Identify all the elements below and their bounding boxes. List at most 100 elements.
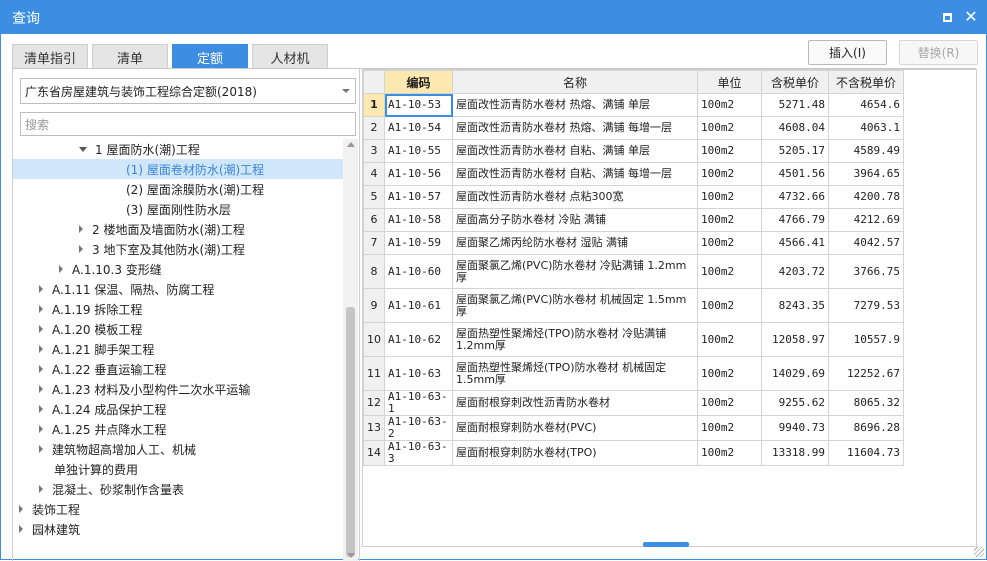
cell-tax-price[interactable]: 5205.17 [761, 139, 829, 163]
cell-name[interactable]: 屋面聚乙烯丙纶防水卷材 湿贴 满铺 [452, 231, 698, 255]
cell-unit[interactable]: 100m2 [697, 288, 762, 323]
tree-item[interactable]: 3 地下室及其他防水(潮)工程 [13, 239, 343, 259]
cell-tax-price[interactable]: 13318.99 [761, 440, 829, 466]
row-number[interactable]: 5 [363, 185, 385, 209]
expand-arrow-right-icon[interactable] [39, 285, 43, 293]
cell-name[interactable]: 屋面改性沥青防水卷材 热熔、满铺 每增一层 [452, 116, 698, 140]
column-header-notax-price[interactable]: 不含税单价 [828, 70, 904, 94]
expand-arrow-right-icon[interactable] [39, 345, 43, 353]
column-header-code[interactable]: 编码 [384, 70, 453, 94]
insert-button[interactable]: 插入(I) [808, 40, 887, 65]
cell-name[interactable]: 屋面热塑性聚烯烃(TPO)防水卷材 机械固定 1.5mm厚 [452, 356, 698, 391]
table-row[interactable]: 7 A1-10-59 屋面聚乙烯丙纶防水卷材 湿贴 满铺 100m2 4566.41 40… [363, 231, 904, 255]
table-row[interactable]: 9 A1-10-61 屋面聚氯乙烯(PVC)防水卷材 机械固定 1.5mm厚 100m… [363, 288, 904, 323]
cell-unit[interactable]: 100m2 [697, 208, 762, 232]
tree-item[interactable]: 混凝土、砂浆制作含量表 [13, 479, 343, 499]
table-row[interactable]: 1 A1-10-53 屋面改性沥青防水卷材 热熔、满铺 单层 100m2 5271.48… [363, 93, 904, 117]
tree-item[interactable]: A.1.22 垂直运输工程 [13, 359, 343, 379]
expand-arrow-right-icon[interactable] [39, 425, 43, 433]
tree-item[interactable]: A.1.21 脚手架工程 [13, 339, 343, 359]
expand-arrow-right-icon[interactable] [19, 505, 23, 513]
cell-code[interactable]: A1-10-62 [384, 322, 453, 357]
cell-notax-price[interactable]: 4063.1 [828, 116, 904, 140]
expand-arrow-right-icon[interactable] [39, 365, 43, 373]
cell-tax-price[interactable]: 4203.72 [761, 254, 829, 289]
cell-tax-price[interactable]: 14029.69 [761, 356, 829, 391]
cell-unit[interactable]: 100m2 [697, 440, 762, 466]
row-number[interactable]: 13 [363, 415, 385, 441]
cell-unit[interactable]: 100m2 [697, 356, 762, 391]
expand-arrow-right-icon[interactable] [79, 225, 83, 233]
tree-item[interactable]: 装饰工程 [13, 499, 343, 519]
tree-item[interactable]: A.1.19 拆除工程 [13, 299, 343, 319]
tree-item[interactable]: A.1.25 井点降水工程 [13, 419, 343, 439]
cell-tax-price[interactable]: 4608.04 [761, 116, 829, 140]
table-row[interactable]: 14 A1-10-63-3 屋面耐根穿刺防水卷材(TPO) 100m2 13318.99… [363, 440, 904, 466]
cell-notax-price[interactable]: 12252.67 [828, 356, 904, 391]
cell-notax-price[interactable]: 4589.49 [828, 139, 904, 163]
cell-code[interactable]: A1-10-60 [384, 254, 453, 289]
cell-name[interactable]: 屋面聚氯乙烯(PVC)防水卷材 冷贴满铺 1.2mm厚 [452, 254, 698, 289]
resize-grip-icon[interactable] [974, 547, 984, 557]
cell-code[interactable]: A1-10-63-3 [384, 440, 453, 466]
table-row[interactable]: 6 A1-10-58 屋面高分子防水卷材 冷贴 满铺 100m2 4766.79 4212… [363, 208, 904, 232]
row-number[interactable]: 3 [363, 139, 385, 163]
tree-item[interactable]: A.1.10.3 变形缝 [13, 259, 343, 279]
cell-notax-price[interactable]: 3766.75 [828, 254, 904, 289]
row-number[interactable]: 10 [363, 322, 385, 357]
expand-arrow-right-icon[interactable] [39, 305, 43, 313]
maximize-icon[interactable] [939, 9, 955, 25]
cell-code[interactable]: A1-10-61 [384, 288, 453, 323]
row-number[interactable]: 12 [363, 390, 385, 416]
column-header-unit[interactable]: 单位 [697, 70, 762, 94]
cell-unit[interactable]: 100m2 [697, 322, 762, 357]
cell-name[interactable]: 屋面改性沥青防水卷材 自粘、满铺 单层 [452, 139, 698, 163]
cell-notax-price[interactable]: 7279.53 [828, 288, 904, 323]
row-number[interactable]: 4 [363, 162, 385, 186]
cell-unit[interactable]: 100m2 [697, 185, 762, 209]
table-row[interactable]: 2 A1-10-54 屋面改性沥青防水卷材 热熔、满铺 每增一层 100m2 4608.… [363, 116, 904, 140]
cell-code[interactable]: A1-10-53 [384, 93, 453, 117]
cell-name[interactable]: 屋面耐根穿刺防水卷材(PVC) [452, 415, 698, 441]
cell-name[interactable]: 屋面改性沥青防水卷材 热熔、满铺 单层 [452, 93, 698, 117]
expand-arrow-right-icon[interactable] [39, 445, 43, 453]
column-header-name[interactable]: 名称 [452, 70, 698, 94]
tree-item[interactable]: 建筑物超高增加人工、机械 [13, 439, 343, 459]
cell-code[interactable]: A1-10-54 [384, 116, 453, 140]
cell-tax-price[interactable]: 12058.97 [761, 322, 829, 357]
row-number[interactable]: 6 [363, 208, 385, 232]
cell-unit[interactable]: 100m2 [697, 116, 762, 140]
tab-labor-material-machine[interactable]: 人材机 [252, 44, 328, 69]
cell-code[interactable]: A1-10-63-1 [384, 390, 453, 416]
column-header-tax-price[interactable]: 含税单价 [761, 70, 829, 94]
cell-code[interactable]: A1-10-56 [384, 162, 453, 186]
tree-item[interactable]: (2) 屋面涂膜防水(潮)工程 [13, 179, 343, 199]
cell-unit[interactable]: 100m2 [697, 139, 762, 163]
cell-notax-price[interactable]: 8065.32 [828, 390, 904, 416]
cell-notax-price[interactable]: 4042.57 [828, 231, 904, 255]
cell-code[interactable]: A1-10-63-2 [384, 415, 453, 441]
cell-unit[interactable]: 100m2 [697, 93, 762, 117]
tree-item[interactable]: 2 楼地面及墙面防水(潮)工程 [13, 219, 343, 239]
cell-notax-price[interactable]: 11604.73 [828, 440, 904, 466]
cell-unit[interactable]: 100m2 [697, 254, 762, 289]
row-number[interactable]: 14 [363, 440, 385, 466]
cell-unit[interactable]: 100m2 [697, 390, 762, 416]
tree-item[interactable]: (3) 屋面刚性防水层 [13, 199, 343, 219]
scrollbar-thumb[interactable] [346, 307, 355, 557]
cell-name[interactable]: 屋面耐根穿刺防水卷材(TPO) [452, 440, 698, 466]
cell-name[interactable]: 屋面耐根穿刺改性沥青防水卷材 [452, 390, 698, 416]
quota-library-select[interactable]: 广东省房屋建筑与装饰工程综合定额(2018) [20, 78, 356, 104]
tree-item[interactable]: 单独计算的费用 [13, 459, 343, 479]
row-number[interactable]: 11 [363, 356, 385, 391]
cell-tax-price[interactable]: 4566.41 [761, 231, 829, 255]
table-row[interactable]: 12 A1-10-63-1 屋面耐根穿刺改性沥青防水卷材 100m2 9255.62 80… [363, 390, 904, 416]
expand-arrow-right-icon[interactable] [59, 265, 63, 273]
scroll-down-icon[interactable] [347, 553, 355, 558]
tree-item[interactable]: 1 屋面防水(潮)工程 [13, 139, 343, 159]
cell-notax-price[interactable]: 8696.28 [828, 415, 904, 441]
row-number[interactable]: 7 [363, 231, 385, 255]
table-row[interactable]: 8 A1-10-60 屋面聚氯乙烯(PVC)防水卷材 冷贴满铺 1.2mm厚 100m… [363, 254, 904, 289]
table-row[interactable]: 13 A1-10-63-2 屋面耐根穿刺防水卷材(PVC) 100m2 9940.73 8… [363, 415, 904, 441]
expand-arrow-right-icon[interactable] [79, 245, 83, 253]
